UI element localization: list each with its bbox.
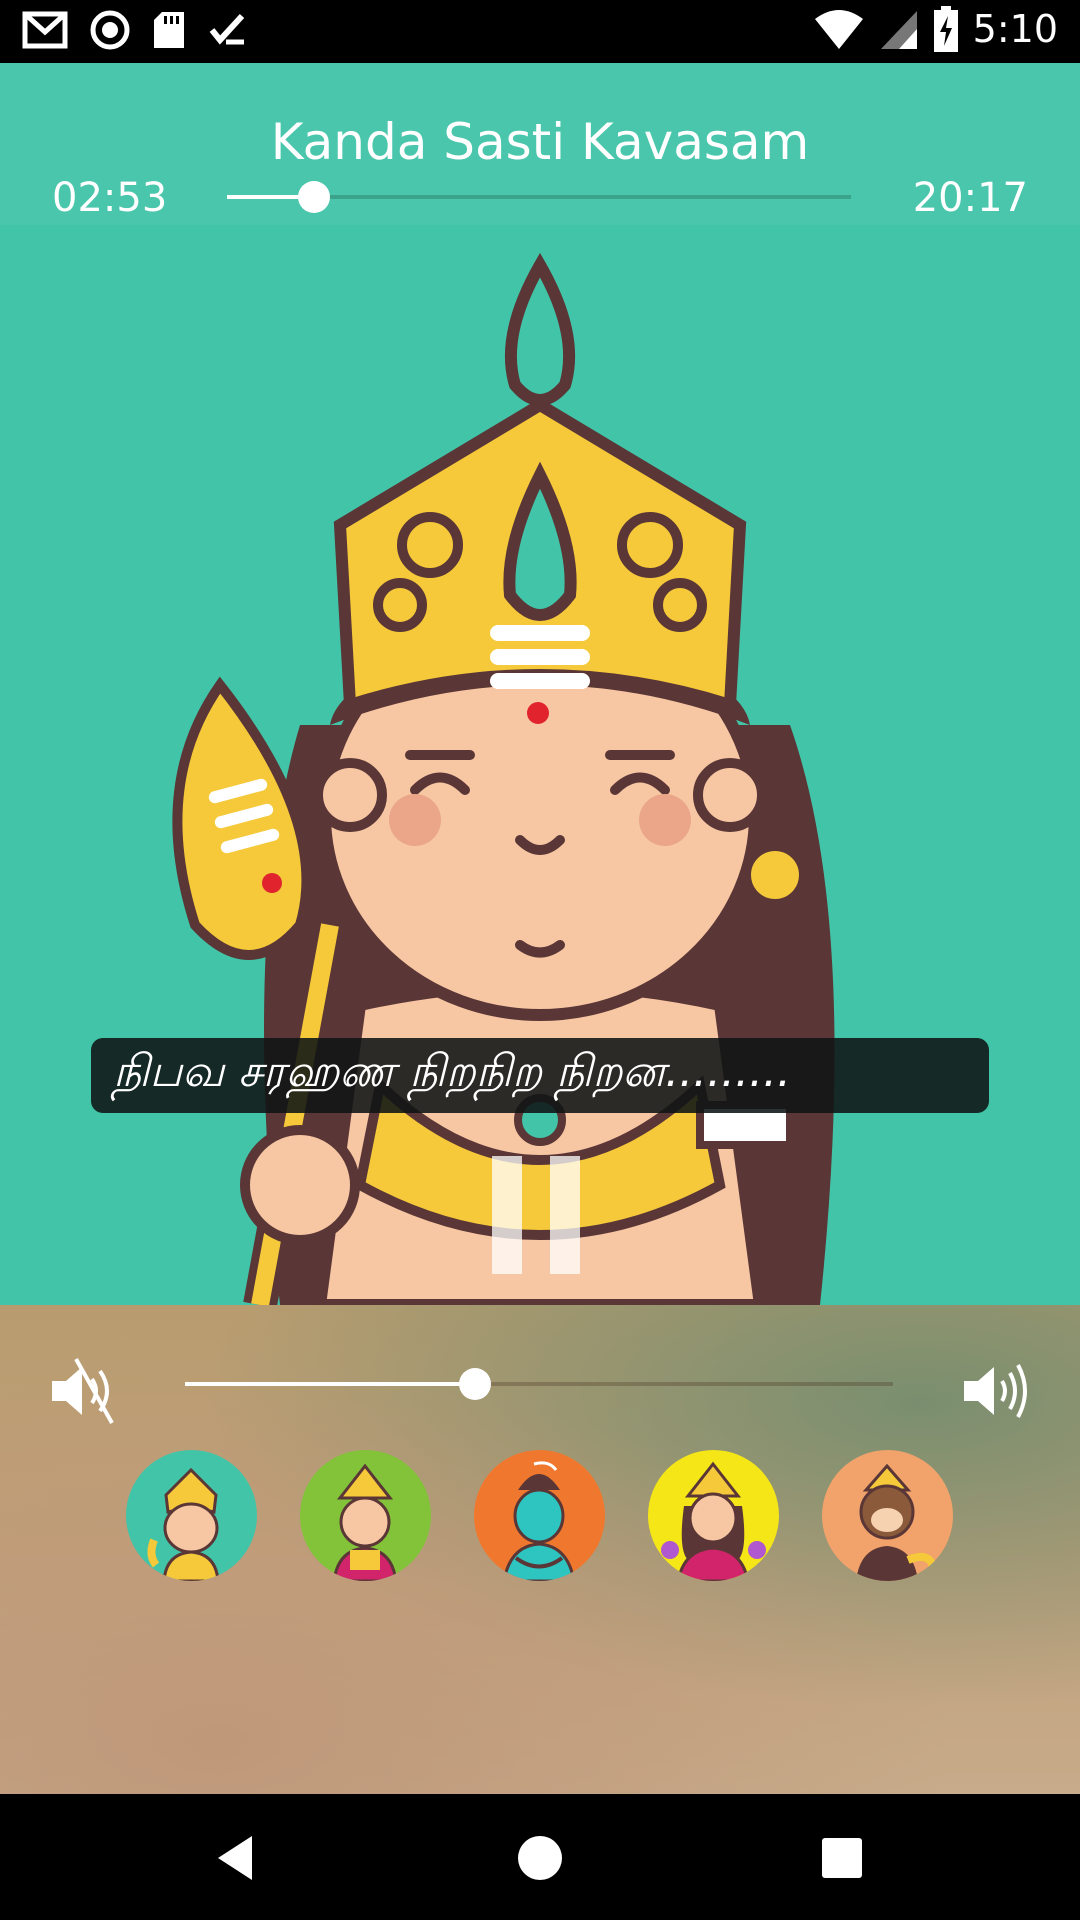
volume-slider[interactable] <box>185 1368 893 1400</box>
battery-charging-icon <box>933 6 958 52</box>
seek-bar-thumb[interactable] <box>298 181 331 213</box>
pause-button[interactable] <box>488 1156 584 1274</box>
volume-mute-icon[interactable] <box>48 1355 120 1427</box>
track-title: Kanda Sasti Kavasam <box>270 113 810 171</box>
checklist-icon <box>209 13 245 45</box>
notification-icons <box>22 10 248 50</box>
gmail-icon <box>22 11 68 49</box>
controls-panel <box>0 1305 1080 1794</box>
shiva-avatar[interactable] <box>474 1450 605 1581</box>
now-playing-panel: Kanda Sasti Kavasam 02:53 20:17 நிபவ சரஹ… <box>0 63 1080 1305</box>
volume-up-icon[interactable] <box>960 1355 1032 1427</box>
elapsed-time: 02:53 <box>52 175 168 221</box>
lyrics-line: நிபவ சரஹண நிறநிற நிறன......... <box>91 1038 989 1113</box>
album-artwork <box>172 252 835 1305</box>
clock: 5:10 <box>972 7 1058 51</box>
volume-slider-thumb[interactable] <box>459 1368 492 1400</box>
amman-avatar[interactable] <box>300 1450 431 1581</box>
sd-card-icon <box>154 12 184 48</box>
signal-icon <box>880 11 917 49</box>
lakshmi-avatar[interactable] <box>648 1450 779 1581</box>
wifi-icon <box>814 10 863 49</box>
player-header: Kanda Sasti Kavasam 02:53 20:17 <box>0 63 1080 225</box>
system-icons: 5:10 <box>813 6 1058 52</box>
back-icon[interactable] <box>208 1828 268 1888</box>
deity-selector <box>126 1450 953 1581</box>
total-time: 20:17 <box>912 175 1028 221</box>
murugan-avatar[interactable] <box>126 1450 257 1581</box>
volume-slider-level <box>185 1382 476 1386</box>
status-bar: 5:10 <box>0 0 1080 63</box>
hanuman-avatar[interactable] <box>822 1450 953 1581</box>
seek-bar[interactable] <box>227 181 851 213</box>
recents-icon[interactable] <box>812 1828 872 1888</box>
record-icon <box>90 10 130 50</box>
navigation-bar <box>0 1794 1080 1920</box>
home-icon[interactable] <box>510 1828 570 1888</box>
